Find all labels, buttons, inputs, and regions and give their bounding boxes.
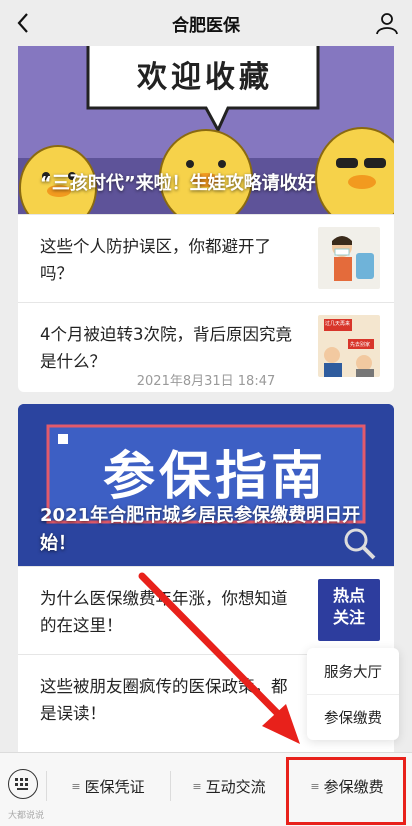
list-item-title: 这些被朋友圈疯传的医保政策，都是误读！	[40, 677, 288, 723]
submenu-item-insurance-payment[interactable]: 参保缴费	[307, 694, 399, 740]
banner-caption-2: 2021年合肥市城乡居民参保缴费明日开始！	[40, 505, 361, 554]
submenu-popup: 服务大厅 参保缴费	[307, 648, 399, 740]
thumbnail-image: 过几天再来 先去别家	[318, 315, 380, 377]
article-feed[interactable]: 欢迎收藏 “三孩时代”来啦！生娃攻略请收好 这些个人防护误区，你都避开了吗？ 4…	[0, 46, 412, 752]
page-title: 合肥医保	[172, 15, 240, 36]
keyboard-toggle-button[interactable]	[8, 769, 38, 799]
menu-tab-label: 医保凭证	[84, 777, 145, 796]
thumbnail-label: 热点	[332, 586, 365, 605]
list-item-title: 4个月被迫转3次院，背后原因究竟是什么？	[40, 325, 292, 371]
menu-tab-medical-voucher[interactable]: ≡ 医保凭证	[46, 753, 170, 819]
keyboard-icon	[15, 778, 28, 790]
message-timestamp: 2021年8月31日 18:47	[136, 374, 276, 389]
thumbnail-image	[318, 227, 380, 289]
banner-title-text: 参保指南	[102, 447, 327, 507]
thumbnail-image: 热点 关注	[318, 579, 380, 641]
banner-sign-text: 欢迎收藏	[137, 60, 273, 95]
menu-lines-icon: ≡	[71, 779, 81, 793]
menu-tab-label: 参保缴费	[323, 777, 384, 796]
menu-tab-label: 互动交流	[205, 777, 266, 796]
banner-caption-1: “三孩时代”来啦！生娃攻略请收好	[40, 173, 316, 194]
menu-lines-icon: ≡	[310, 779, 320, 793]
thumbnail-label: 先去别家	[350, 342, 371, 348]
list-item-title: 为什么医保缴费年年涨，你想知道的在这里！	[40, 589, 288, 635]
back-arrow-icon	[17, 13, 28, 33]
list-item-title: 这些个人防护误区，你都避开了吗？	[40, 237, 271, 283]
top-bar: 合肥医保	[0, 0, 412, 46]
thumbnail-label: 关注	[332, 608, 365, 627]
profile-icon	[376, 13, 398, 35]
back-button[interactable]	[8, 8, 38, 38]
list-item[interactable]: 这些个人防护误区，你都避开了吗？	[18, 214, 394, 302]
article-card-1: 欢迎收藏 “三孩时代”来啦！生娃攻略请收好 这些个人防护误区，你都避开了吗？ 4…	[18, 46, 394, 392]
profile-button[interactable]	[372, 8, 402, 38]
banner-image-2[interactable]: 参保指南 2021年合肥市城乡居民参保缴费明日开始！	[18, 404, 394, 566]
banner-image-1[interactable]: 欢迎收藏 “三孩时代”来啦！生娃攻略请收好	[18, 46, 394, 214]
menu-tab-insurance-payment[interactable]: ≡ 参保缴费	[288, 753, 406, 819]
submenu-item-service-hall[interactable]: 服务大厅	[307, 648, 399, 694]
thumbnail-label: 过几天再来	[325, 321, 351, 327]
list-item[interactable]: 为什么医保缴费年年涨，你想知道的在这里！ 热点 关注	[18, 566, 394, 654]
menu-tab-interaction[interactable]: ≡ 互动交流	[170, 753, 288, 819]
menu-lines-icon: ≡	[192, 779, 202, 793]
bottom-menu-bar: ≡ 医保凭证 ≡ 互动交流 ≡ 参保缴费	[0, 752, 412, 826]
watermark: 大都说说	[8, 811, 45, 821]
